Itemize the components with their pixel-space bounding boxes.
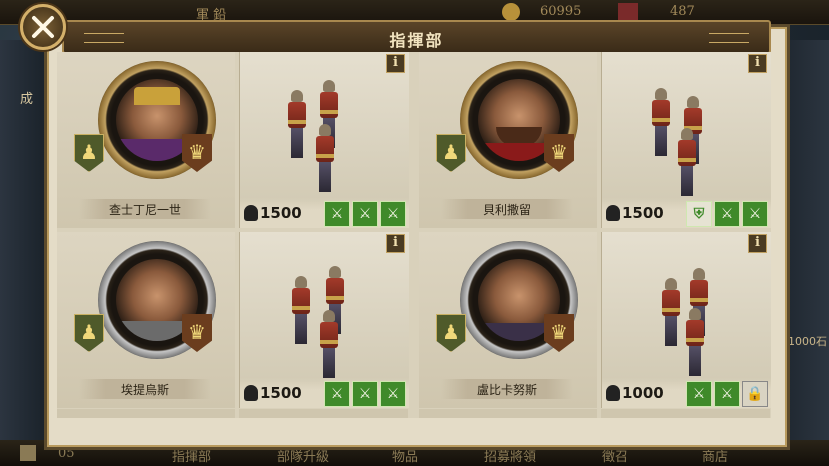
crossed-swords-icon: ⚔ — [742, 201, 768, 227]
pawn-badge: ♟ — [436, 314, 466, 352]
sidebar-right-label: 1000石 — [788, 335, 827, 348]
general-name: 查士丁尼一世 — [108, 203, 181, 217]
crossed-swords-icon: ⚔ — [686, 381, 712, 407]
troop-stats: 1500 ⚔ ⚔ ⚔ — [240, 378, 409, 408]
crossed-swords-icon: ⚔ — [714, 381, 740, 407]
troop-panel: i 1500 ⚔ ⚔ ⚔ — [239, 52, 409, 228]
unit-skill-icons: ⚔ ⚔ 🔒 — [686, 381, 768, 407]
general-nameplate: 盧比卡努斯 — [441, 379, 573, 399]
coins-count: 60995 — [540, 4, 582, 19]
soldier-figure — [316, 124, 334, 194]
portrait-panel: ♟ ♛ 查士丁尼一世 — [57, 52, 235, 228]
helmet-icon — [244, 205, 258, 221]
info-button[interactable]: i — [748, 54, 767, 73]
next-row-peek — [57, 409, 235, 418]
troop-panel: i 1500 ⛨ ⚔ ⚔ — [601, 52, 771, 228]
soldier-figure — [678, 128, 696, 198]
crossed-swords-icon: ⚔ — [324, 381, 350, 407]
troop-panel: i 1500 ⚔ ⚔ ⚔ — [239, 232, 409, 408]
soldier-figure — [686, 308, 704, 378]
crown-badge: ♛ — [544, 314, 574, 352]
general-nameplate: 貝利撒留 — [441, 199, 573, 219]
troop-panel: i 1000 ⚔ ⚔ 🔒 — [601, 232, 771, 408]
troop-stats: 1000 ⚔ ⚔ 🔒 — [602, 378, 771, 408]
pawn-badge: ♟ — [436, 134, 466, 172]
crown-badge: ♛ — [544, 134, 574, 172]
soldier-figure — [320, 310, 338, 380]
general-nameplate: 埃提烏斯 — [79, 379, 211, 399]
crown-icon: ♛ — [550, 320, 568, 344]
page-icon — [20, 445, 36, 461]
pawn-icon: ♟ — [80, 320, 98, 344]
pawn-icon: ♟ — [80, 140, 98, 164]
generals-grid: ♟ ♛ 查士丁尼一世 i 1500 ⚔ ⚔ ⚔ ♟ ♛ 貝利撒留 i 1500 … — [57, 52, 771, 418]
pawn-icon: ♟ — [442, 140, 460, 164]
pawn-badge: ♟ — [74, 134, 104, 172]
troop-stats: 1500 ⚔ ⚔ ⚔ — [240, 198, 409, 228]
troop-stats: 1500 ⛨ ⚔ ⚔ — [602, 198, 771, 228]
close-button[interactable] — [20, 4, 66, 50]
soldier-figure — [292, 276, 310, 346]
crown-icon: ♛ — [188, 140, 206, 164]
shield-icon: ⛨ — [686, 201, 712, 227]
crown-badge: ♛ — [182, 314, 212, 352]
portrait-panel: ♟ ♛ 埃提烏斯 — [57, 232, 235, 408]
next-row-peek — [601, 409, 770, 418]
panel-title-band: 指揮部 — [62, 20, 771, 54]
troop-count: 1500 — [260, 384, 302, 402]
general-name: 埃提烏斯 — [120, 383, 169, 397]
gems-count: 487 — [670, 4, 695, 19]
panel-title: 指揮部 — [389, 31, 444, 50]
pawn-badge: ♟ — [74, 314, 104, 352]
left-sidebar: 成 — [0, 40, 44, 440]
general-card[interactable]: ♟ ♛ 貝利撒留 i 1500 ⛨ ⚔ ⚔ — [419, 52, 771, 228]
close-icon — [32, 16, 54, 38]
crown-badge: ♛ — [182, 134, 212, 172]
general-nameplate: 查士丁尼一世 — [79, 199, 211, 219]
pawn-icon: ♟ — [442, 320, 460, 344]
helmet-icon — [606, 205, 620, 221]
crossed-swords-icon: ⚔ — [714, 201, 740, 227]
general-card[interactable]: ♟ ♛ 查士丁尼一世 i 1500 ⚔ ⚔ ⚔ — [57, 52, 409, 228]
crossed-swords-icon: ⚔ — [352, 201, 378, 227]
sidebar-left-label: 成 — [20, 92, 34, 107]
crossed-swords-icon: ⚔ — [324, 201, 350, 227]
gem-icon — [618, 3, 638, 21]
crossed-swords-icon: ⚔ — [352, 381, 378, 407]
portrait-panel: ♟ ♛ 盧比卡努斯 — [419, 232, 597, 408]
crown-icon: ♛ — [188, 320, 206, 344]
info-button[interactable]: i — [386, 234, 405, 253]
unit-skill-icons: ⛨ ⚔ ⚔ — [686, 201, 768, 227]
troop-count: 1500 — [260, 204, 302, 222]
soldier-figure — [662, 278, 680, 348]
portrait-panel: ♟ ♛ 貝利撒留 — [419, 52, 597, 228]
crossed-swords-icon: ⚔ — [380, 381, 406, 407]
unit-skill-icons: ⚔ ⚔ ⚔ — [324, 201, 406, 227]
info-button[interactable]: i — [386, 54, 405, 73]
general-name: 盧比卡努斯 — [476, 383, 537, 397]
crossed-swords-icon: ⚔ — [380, 201, 406, 227]
troop-count: 1500 — [622, 204, 664, 222]
next-row-peek — [419, 409, 597, 418]
crown-icon: ♛ — [550, 140, 568, 164]
troop-count: 1000 — [622, 384, 664, 402]
helmet-icon — [606, 385, 620, 401]
next-row-peek — [239, 409, 408, 418]
general-name: 貝利撒留 — [482, 203, 531, 217]
helmet-icon — [244, 385, 258, 401]
general-card[interactable]: ♟ ♛ 埃提烏斯 i 1500 ⚔ ⚔ ⚔ — [57, 232, 409, 408]
unit-skill-icons: ⚔ ⚔ ⚔ — [324, 381, 406, 407]
coin-icon — [502, 3, 520, 21]
general-card[interactable]: ♟ ♛ 盧比卡努斯 i 1000 ⚔ ⚔ 🔒 — [419, 232, 771, 408]
lock-icon: 🔒 — [742, 381, 768, 407]
soldier-figure — [288, 90, 306, 160]
soldier-figure — [652, 88, 670, 158]
info-button[interactable]: i — [748, 234, 767, 253]
